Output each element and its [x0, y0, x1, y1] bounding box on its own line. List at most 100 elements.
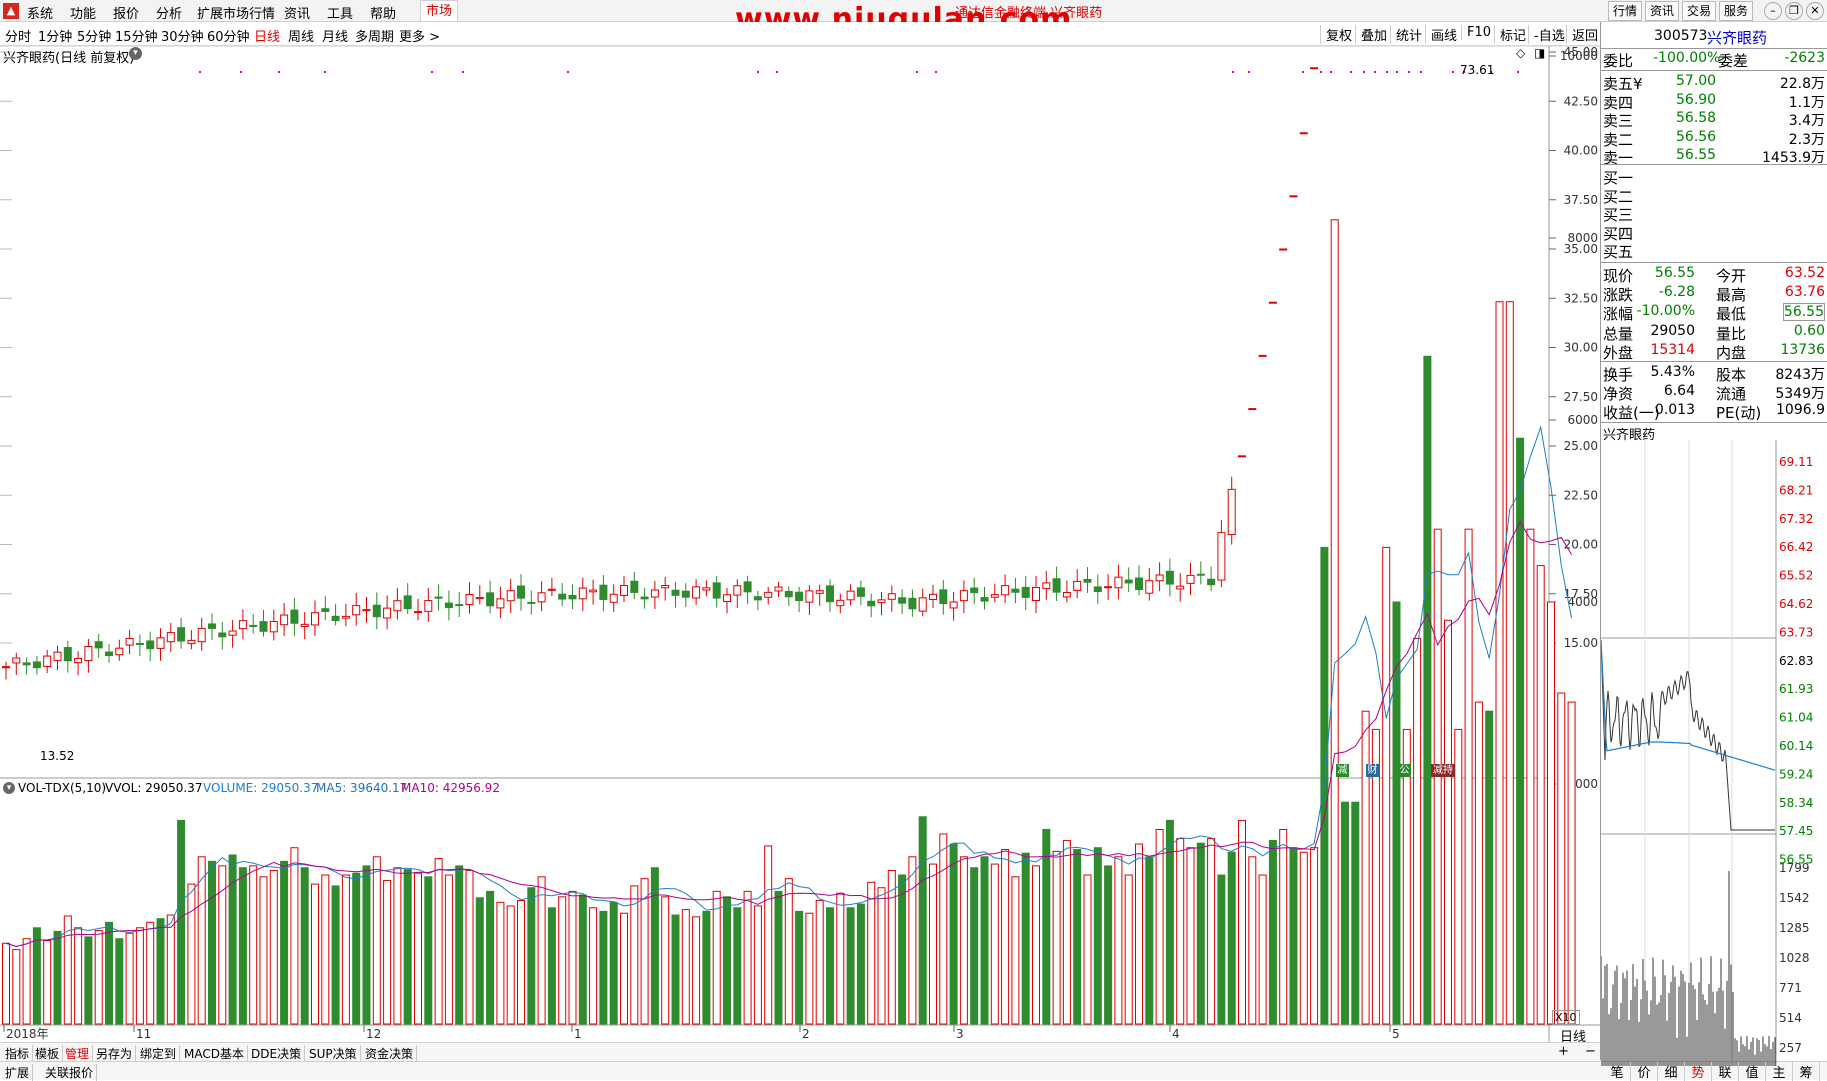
candle-body[interactable] [238, 620, 247, 630]
quote-tab[interactable]: 筹 [1793, 1062, 1820, 1081]
period-monthly[interactable]: 月线 [322, 26, 348, 45]
candle-body[interactable] [1145, 580, 1154, 594]
volume-bar[interactable] [455, 865, 464, 1025]
candle-body[interactable] [1062, 592, 1071, 598]
candle-body[interactable] [1227, 488, 1236, 536]
candle-body[interactable] [105, 651, 113, 657]
ask-row[interactable]: 卖五¥ 57.00 22.8万 [1601, 73, 1827, 93]
candle-body[interactable] [218, 632, 227, 638]
volume-bar[interactable] [135, 927, 144, 1025]
btn-market[interactable]: 行情 [1608, 1, 1642, 21]
ask-row[interactable]: 卖四 56.90 1.1万 [1601, 92, 1827, 112]
candle-body[interactable] [1258, 354, 1267, 357]
candle-body[interactable] [1083, 578, 1092, 583]
volume-bar[interactable] [558, 896, 567, 1025]
btn-mark[interactable]: 标记 [1494, 25, 1526, 44]
candle-body[interactable] [259, 621, 268, 632]
volume-bar[interactable] [496, 901, 505, 1025]
volume-bar[interactable] [1001, 849, 1010, 1025]
btn-news[interactable]: 资讯 [1645, 1, 1679, 21]
candle-body[interactable] [1073, 580, 1082, 591]
volume-bar[interactable] [1258, 874, 1267, 1025]
candle-body[interactable] [1268, 301, 1277, 304]
volume-bar[interactable] [1526, 528, 1535, 1025]
candle-body[interactable] [1042, 582, 1051, 589]
volume-bar[interactable] [146, 921, 155, 1025]
candle-body[interactable] [764, 591, 773, 598]
candle-body[interactable] [1279, 248, 1288, 251]
volume-bar[interactable] [269, 869, 278, 1025]
menu-tools[interactable]: 工具 [327, 3, 353, 22]
btn-draw[interactable]: 画线 [1425, 25, 1457, 44]
candle-body[interactable] [32, 661, 41, 669]
volume-bar[interactable] [1361, 710, 1370, 1025]
candle-body[interactable] [558, 593, 567, 600]
candle-body[interactable] [887, 593, 896, 600]
btn-f10[interactable]: F10 [1461, 25, 1491, 40]
candle-body[interactable] [692, 586, 701, 599]
menu-news[interactable]: 资讯 [284, 3, 310, 22]
volume-bar[interactable] [156, 918, 165, 1025]
volume-bar[interactable] [1021, 852, 1030, 1025]
candle-body[interactable] [22, 662, 31, 666]
candle-body[interactable] [177, 627, 186, 642]
candle-body[interactable] [1165, 570, 1174, 585]
candle-body[interactable] [331, 615, 340, 621]
candle-body[interactable] [1093, 586, 1102, 592]
candle-body[interactable] [1196, 573, 1205, 576]
volume-bar[interactable] [589, 907, 598, 1025]
candle-body[interactable] [712, 582, 721, 599]
candle-body[interactable] [465, 594, 474, 606]
volume-bar[interactable] [1536, 565, 1545, 1025]
candle-body[interactable] [702, 587, 711, 591]
period-intraday[interactable]: 分时 [5, 26, 31, 45]
candle-body[interactable] [568, 594, 577, 600]
candle-body[interactable] [2, 666, 10, 669]
volume-bar[interactable] [599, 910, 608, 1025]
volume-bar[interactable] [1279, 829, 1288, 1025]
volume-bar[interactable] [1227, 851, 1236, 1025]
candle-body[interactable] [826, 585, 834, 603]
volume-bar[interactable] [1011, 876, 1020, 1025]
candle-body[interactable] [805, 590, 814, 603]
volume-bar[interactable] [187, 883, 196, 1025]
volume-bar[interactable] [1495, 301, 1504, 1025]
volume-bar[interactable] [53, 930, 62, 1025]
candle-body[interactable] [53, 651, 62, 661]
candle-body[interactable] [63, 647, 72, 662]
candle-body[interactable] [300, 623, 309, 628]
volume-bar[interactable] [1557, 692, 1566, 1025]
volume-bar[interactable] [84, 936, 93, 1025]
candle-body[interactable] [84, 645, 93, 662]
candle-body[interactable] [527, 601, 536, 604]
volume-bar[interactable] [94, 930, 103, 1025]
candle-body[interactable] [403, 595, 412, 610]
volume-bar[interactable] [218, 865, 227, 1025]
volume-bar[interactable] [12, 949, 21, 1025]
volume-bar[interactable] [311, 883, 319, 1025]
volume-bar[interactable] [815, 899, 824, 1025]
candle-body[interactable] [898, 597, 907, 604]
candle-body[interactable] [733, 585, 742, 596]
candle-body[interactable] [341, 615, 350, 619]
candle-body[interactable] [1114, 576, 1123, 589]
candle-body[interactable] [249, 624, 258, 627]
restore-icon[interactable]: ❐ [1785, 2, 1803, 20]
volume-bar[interactable] [1505, 301, 1514, 1025]
volume-bar[interactable] [1083, 874, 1092, 1025]
volume-bar[interactable] [640, 878, 649, 1025]
volume-bar[interactable] [249, 865, 258, 1025]
volume-bar[interactable] [1268, 839, 1277, 1025]
volume-bar[interactable] [1093, 847, 1102, 1025]
candle-body[interactable] [517, 585, 525, 599]
period-daily[interactable]: 日线 [254, 26, 280, 45]
candle-body[interactable] [506, 590, 515, 602]
candle-body[interactable] [578, 587, 587, 600]
volume-bar[interactable] [578, 894, 587, 1025]
candle-body[interactable] [929, 593, 937, 600]
candle-body[interactable] [1217, 532, 1226, 581]
volume-bar[interactable] [898, 874, 907, 1025]
event-badge-reduce[interactable]: 减 [1336, 764, 1349, 777]
candle-body[interactable] [609, 593, 618, 603]
period-multi[interactable]: 多周期 [355, 26, 394, 45]
